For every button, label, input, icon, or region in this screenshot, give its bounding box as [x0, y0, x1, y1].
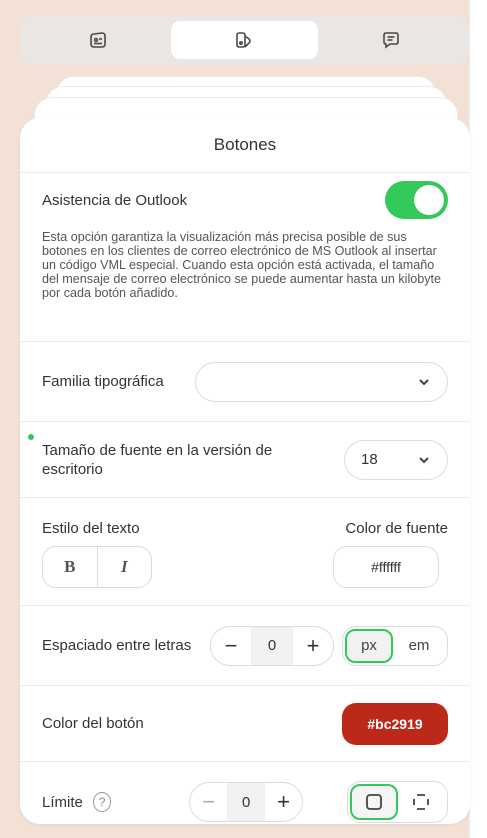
border-all-button[interactable]	[349, 784, 398, 820]
decrement-button[interactable]: −	[190, 783, 227, 821]
toggle-knob	[414, 185, 444, 215]
button-color-label: Color del botón	[42, 715, 144, 732]
font-size-section: Tamaño de fuente en la versión de escrit…	[20, 422, 470, 498]
border-label: Límite	[42, 793, 83, 811]
modified-indicator	[28, 434, 34, 440]
increment-button[interactable]: +	[293, 627, 333, 665]
font-size-select[interactable]: 18	[344, 439, 448, 480]
italic-button[interactable]: I	[96, 547, 152, 587]
style-palette-icon	[236, 32, 252, 48]
chevron-down-icon	[419, 378, 429, 385]
font-color-input[interactable]: #ffffff	[333, 546, 439, 588]
text-style-section: Estilo del texto Color de fuente B I #ff…	[20, 498, 470, 606]
outlook-description: Esta opción garantiza la visualización m…	[42, 230, 442, 300]
border-mode-group	[346, 781, 448, 823]
help-icon[interactable]: ?	[92, 792, 112, 812]
border-stepper: − 0 +	[189, 782, 303, 822]
button-color-section: Color del botón #bc2919	[20, 686, 470, 762]
border-individual-button[interactable]	[398, 784, 445, 820]
font-family-select[interactable]	[195, 361, 448, 402]
letter-spacing-section: Espaciado entre letras − 0 + px em	[20, 606, 470, 686]
font-color-label: Color de fuente	[345, 520, 448, 537]
font-size-value: 18	[361, 451, 378, 468]
content-card-icon	[90, 32, 106, 48]
decrement-button[interactable]: −	[211, 627, 251, 665]
font-family-section: Familia tipográfica	[20, 342, 470, 422]
border-all-icon	[365, 794, 382, 810]
button-color-swatch[interactable]: #bc2919	[342, 702, 448, 745]
outlook-label: Asistencia de Outlook	[42, 191, 188, 209]
border-individual-icon	[413, 794, 430, 810]
unit-toggle-group: px em	[342, 625, 448, 666]
tab-messages[interactable]	[318, 21, 464, 59]
top-tab-bar	[20, 16, 469, 64]
letter-spacing-value[interactable]: 0	[251, 626, 293, 665]
chat-message-icon	[383, 32, 399, 49]
chevron-down-icon	[419, 456, 429, 463]
tab-style[interactable]	[171, 21, 318, 59]
text-style-label: Estilo del texto	[42, 520, 140, 537]
panel-title: Botones	[20, 118, 470, 173]
outlook-toggle[interactable]	[385, 181, 448, 219]
font-size-label: Tamaño de fuente en la versión de escrit…	[42, 441, 273, 478]
bold-italic-group: B I	[42, 546, 152, 588]
tab-content[interactable]	[25, 21, 171, 59]
scrollbar-track[interactable]	[469, 0, 487, 838]
letter-spacing-stepper: − 0 +	[210, 625, 334, 666]
outlook-section: Asistencia de Outlook Esta opción garant…	[20, 173, 470, 342]
unit-px-button[interactable]: px	[345, 628, 393, 663]
unit-em-button[interactable]: em	[393, 629, 445, 663]
buttons-settings-panel: Botones Asistencia de Outlook Esta opció…	[20, 118, 470, 824]
border-section: Límite ? − 0 +	[20, 762, 470, 824]
increment-button[interactable]: +	[265, 783, 302, 821]
border-value[interactable]: 0	[226, 783, 266, 821]
letter-spacing-label: Espaciado entre letras	[42, 636, 192, 654]
font-family-label: Familia tipográfica	[42, 373, 164, 390]
bold-button[interactable]: B	[43, 547, 97, 587]
